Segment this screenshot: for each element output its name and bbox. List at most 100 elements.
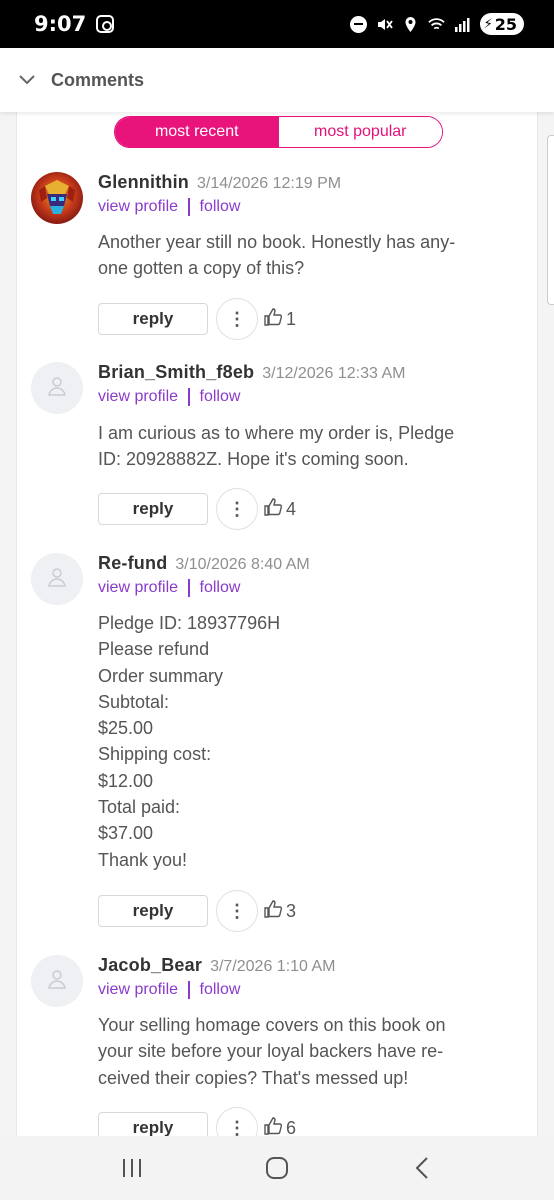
comment-line: Order summary (98, 665, 224, 686)
comment-timestamp: 3/10/2026 8:40 AM (175, 556, 310, 573)
comment-line: Total paid: (98, 797, 181, 818)
comments-title: Comments (51, 69, 145, 90)
comments-header[interactable]: Comments (0, 48, 554, 112)
chevron-down-icon[interactable] (18, 71, 36, 89)
default-user-icon (45, 967, 69, 996)
comment-timestamp: 3/14/2026 12:19 PM (197, 175, 342, 192)
author-line: Brian_Smith_f8eb 3/12/2026 12:33 AM (98, 362, 405, 383)
comment-line: Subtotal: (98, 691, 170, 712)
thumbs-up-icon (263, 1116, 283, 1137)
comment-author[interactable]: Jacob_Bear (98, 955, 202, 976)
comment-body: Pledge ID: 18937796H Please refund Order… (98, 610, 518, 873)
comment-line: Thank you! (98, 849, 188, 870)
author-line: Re-fund 3/10/2026 8:40 AM (98, 553, 310, 574)
battery-indicator: ⚡ 25 (479, 13, 524, 35)
scrollbar-handle[interactable] (547, 135, 554, 305)
comment-line: ceived their copies? That's messed up! (98, 1067, 409, 1088)
comment-actions: reply ⋮ 3 (98, 890, 296, 932)
comment-line: Please refund (98, 639, 210, 660)
avatar[interactable] (31, 362, 83, 414)
reply-button[interactable]: reply (98, 493, 208, 525)
comment-actions: reply ⋮ 4 (98, 488, 296, 530)
comment-body: Another year still no book. Honestly has… (98, 229, 518, 282)
follow-link[interactable]: follow (200, 981, 241, 999)
profile-links: view profile follow (98, 981, 240, 999)
comment-item: Brian_Smith_f8eb 3/12/2026 12:33 AM view… (17, 362, 537, 542)
home-icon[interactable] (255, 1146, 299, 1190)
recents-icon[interactable] (110, 1146, 154, 1190)
like-button[interactable]: 3 (263, 899, 296, 924)
comment-line: ID: 20928882Z. Hope it's coming soon. (98, 449, 409, 470)
comment-line: $37.00 (98, 823, 154, 844)
author-line: Glennithin 3/14/2026 12:19 PM (98, 172, 341, 193)
like-button[interactable]: 6 (263, 1116, 297, 1137)
comment-body: Your selling homage covers on this book … (98, 1012, 518, 1091)
view-profile-link[interactable]: view profile (98, 388, 178, 406)
view-profile-link[interactable]: view profile (98, 198, 178, 216)
avatar[interactable] (31, 172, 83, 224)
like-button[interactable]: 1 (263, 307, 296, 332)
charging-bolt-icon: ⚡ (483, 16, 493, 32)
more-options-button[interactable]: ⋮ (216, 488, 258, 530)
reply-button[interactable]: reply (98, 1112, 208, 1136)
thumbs-up-icon (263, 497, 283, 522)
more-options-button[interactable]: ⋮ (216, 1107, 258, 1136)
avatar[interactable] (31, 955, 83, 1007)
profile-links: view profile follow (98, 579, 240, 597)
comment-item: Re-fund 3/10/2026 8:40 AM view profile f… (17, 553, 537, 943)
comment-item: Glennithin 3/14/2026 12:19 PM view profi… (17, 172, 537, 352)
sort-most-recent-button[interactable]: most recent (115, 117, 279, 147)
navigation-bar (0, 1136, 554, 1200)
profile-links: view profile follow (98, 198, 240, 216)
comment-line: your site before your loyal backers have… (98, 1041, 444, 1062)
link-divider (188, 579, 190, 597)
comment-item: Jacob_Bear 3/7/2026 1:10 AM view profile… (17, 955, 537, 1136)
wifi-icon (427, 16, 445, 33)
comment-author[interactable]: Glennithin (98, 172, 189, 193)
like-count: 1 (286, 308, 297, 329)
profile-links: view profile follow (98, 388, 240, 406)
follow-link[interactable]: follow (200, 198, 241, 216)
comment-line: $25.00 (98, 718, 154, 739)
avatar[interactable] (31, 553, 83, 605)
comment-line: one gotten a copy of this? (98, 258, 305, 279)
link-divider (188, 388, 190, 406)
comment-author[interactable]: Re-fund (98, 553, 167, 574)
thumbs-up-icon (263, 899, 283, 924)
comment-actions: reply ⋮ 6 (98, 1107, 296, 1136)
author-line: Jacob_Bear 3/7/2026 1:10 AM (98, 955, 336, 976)
comment-line: Pledge ID: 18937796H (98, 613, 281, 633)
comment-body: I am curious as to where my order is, Pl… (98, 420, 518, 473)
comment-line: Your selling homage covers on this book … (98, 1015, 446, 1035)
more-options-button[interactable]: ⋮ (216, 890, 258, 932)
comments-card: most recent most popular Glennithin 3/14… (16, 112, 538, 1136)
link-divider (188, 981, 190, 999)
sort-most-popular-button[interactable]: most popular (278, 117, 442, 147)
comment-line: Another year still no book. Honestly has… (98, 232, 456, 252)
default-user-icon (45, 374, 69, 403)
reply-button[interactable]: reply (98, 303, 208, 335)
default-user-icon (45, 565, 69, 594)
sort-toggle: most recent most popular (114, 116, 443, 148)
like-count: 3 (286, 900, 297, 921)
comment-author[interactable]: Brian_Smith_f8eb (98, 362, 254, 383)
follow-link[interactable]: follow (200, 579, 241, 597)
view-profile-link[interactable]: view profile (98, 981, 178, 999)
more-options-button[interactable]: ⋮ (216, 298, 258, 340)
status-bar: 9:07 ⚡ 25 (0, 0, 554, 48)
like-count: 6 (286, 1117, 297, 1137)
back-icon[interactable] (400, 1146, 444, 1190)
comment-actions: reply ⋮ 1 (98, 298, 296, 340)
instagram-icon (96, 15, 115, 33)
comment-timestamp: 3/7/2026 1:10 AM (210, 958, 336, 975)
comment-line: $12.00 (98, 770, 154, 791)
comment-timestamp: 3/12/2026 12:33 AM (262, 365, 406, 382)
signal-icon (454, 16, 471, 33)
like-button[interactable]: 4 (263, 497, 296, 522)
location-icon (402, 16, 419, 33)
link-divider (188, 198, 190, 216)
follow-link[interactable]: follow (200, 388, 241, 406)
thumbs-up-icon (263, 307, 283, 332)
view-profile-link[interactable]: view profile (98, 579, 178, 597)
reply-button[interactable]: reply (98, 895, 208, 927)
